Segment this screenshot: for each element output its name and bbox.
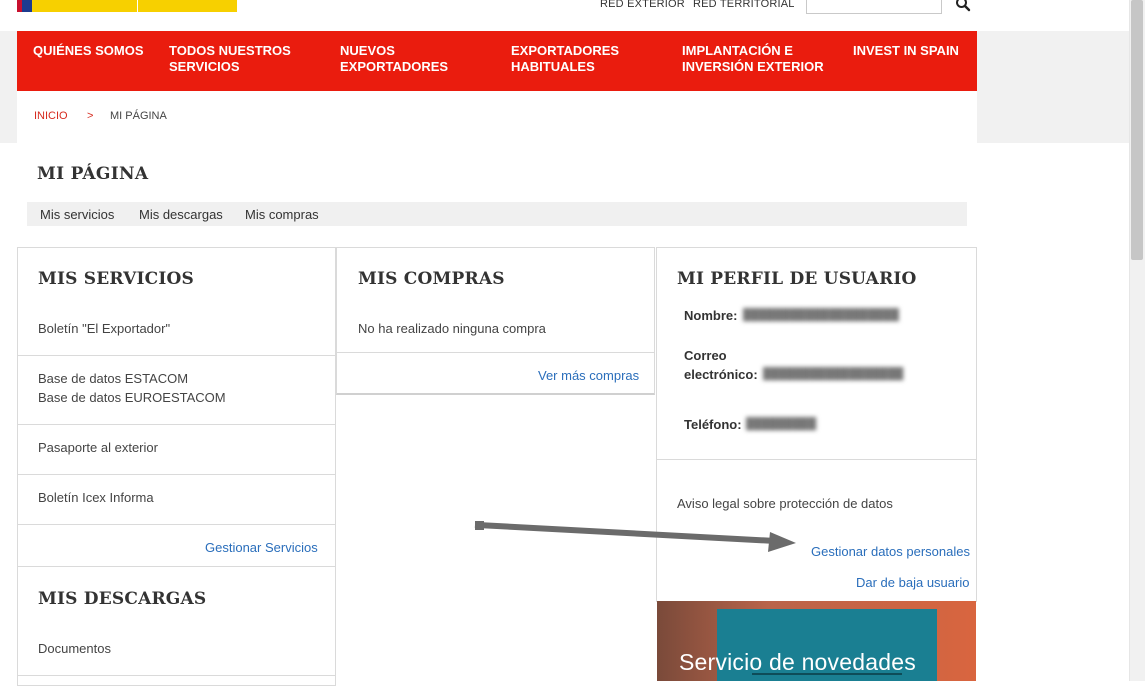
servicio-item-pasaporte[interactable]: Pasaporte al exterior [38, 438, 158, 457]
logo-divider [137, 0, 138, 12]
nav-item-label: SERVICIOS [169, 59, 240, 74]
main-navigation: QUIÉNES SOMOS TODOS NUESTROS SERVICIOS N… [17, 31, 977, 91]
aviso-legal-text[interactable]: Aviso legal sobre protección de datos [677, 494, 893, 513]
breadcrumb-separator: > [87, 110, 94, 122]
servicios-panel [17, 247, 336, 577]
nav-item-nuevos-exportadores[interactable]: NUEVOS EXPORTADORES [340, 43, 448, 75]
nav-item-label: IMPLANTACIÓN E [682, 43, 793, 58]
compras-title: MIS COMPRAS [358, 269, 505, 289]
servicio-item-boletin-exportador[interactable]: Boletín "El Exportador" [38, 319, 170, 338]
nav-item-label: HABITUALES [511, 59, 595, 74]
row-divider [18, 355, 335, 356]
perfil-correo-label-2: electrónico: [684, 367, 758, 382]
annotation-arrow-icon [474, 521, 796, 552]
perfil-title: MI PERFIL DE USUARIO [677, 269, 917, 289]
perfil-telefono-label: Teléfono: [684, 417, 742, 432]
subnav-mis-servicios[interactable]: Mis servicios [40, 207, 114, 222]
row-divider [18, 474, 335, 475]
dar-de-baja-link[interactable]: Dar de baja usuario [856, 575, 969, 590]
nav-item-todos-servicios[interactable]: TODOS NUESTROS SERVICIOS [169, 43, 291, 75]
breadcrumb-current: MI PÁGINA [110, 110, 167, 122]
perfil-correo-value-redacted: ██████████████████ [763, 368, 904, 380]
search-icon[interactable] [955, 0, 971, 12]
subnav-mis-descargas[interactable]: Mis descargas [139, 207, 223, 222]
subnav-mis-compras[interactable]: Mis compras [245, 207, 319, 222]
servicio-item-icex-informa[interactable]: Boletín Icex Informa [38, 488, 154, 507]
nav-item-quienes-somos[interactable]: QUIÉNES SOMOS [33, 43, 144, 59]
nav-item-label: NUEVOS [340, 43, 395, 58]
row-divider [18, 424, 335, 425]
site-logo[interactable] [17, 0, 237, 12]
descargas-panel [17, 566, 336, 686]
row-divider [18, 675, 335, 676]
top-link-red-exterior[interactable]: RED EXTERIOR [600, 0, 685, 10]
nav-item-implantacion[interactable]: IMPLANTACIÓN E INVERSIÓN EXTERIOR [682, 43, 824, 75]
nav-item-label: INVEST IN SPAIN [853, 43, 959, 58]
breadcrumb-home[interactable]: INICIO [34, 110, 68, 122]
breadcrumb: INICIO > MI PÁGINA [17, 91, 977, 143]
compras-empty-text: No ha realizado ninguna compra [358, 321, 546, 336]
perfil-nombre-label: Nombre: [684, 308, 738, 323]
page-title: MI PÁGINA [37, 164, 149, 184]
logo-emblem [22, 0, 32, 12]
servicios-title: MIS SERVICIOS [38, 269, 195, 289]
perfil-correo-label: Correo [684, 348, 727, 363]
nav-item-exportadores-habituales[interactable]: EXPORTADORES HABITUALES [511, 43, 619, 75]
row-divider [18, 524, 335, 525]
top-link-red-territorial[interactable]: RED TERRITORIAL [693, 0, 795, 10]
perfil-telefono-value-redacted: █████████ [746, 418, 817, 430]
page-subnav: Mis servicios Mis descargas Mis compras [27, 202, 967, 226]
gestionar-servicios-link[interactable]: Gestionar Servicios [205, 540, 318, 555]
page-background-right [977, 31, 1129, 143]
nav-item-label: TODOS NUESTROS [169, 43, 291, 58]
descarga-item-documentos[interactable]: Documentos [38, 639, 111, 658]
gestionar-datos-personales-link[interactable]: Gestionar datos personales [811, 544, 970, 559]
promo-banner[interactable]: Servicio de novedades [657, 601, 976, 681]
page-background-left [0, 31, 17, 143]
ver-mas-compras-link[interactable]: Ver más compras [538, 368, 639, 383]
row-divider [337, 352, 654, 353]
perfil-nombre-value-redacted: ████████████████████ [743, 309, 899, 321]
promo-banner-text: Servicio de novedades [679, 649, 916, 675]
row-divider [657, 459, 976, 460]
servicio-item-euroestacom[interactable]: Base de datos EUROESTACOM [38, 388, 226, 407]
descargas-title: MIS DESCARGAS [38, 589, 207, 609]
servicio-item-estacom[interactable]: Base de datos ESTACOM [38, 369, 188, 388]
scrollbar-thumb[interactable] [1131, 0, 1143, 260]
nav-item-label: INVERSIÓN EXTERIOR [682, 59, 824, 74]
nav-item-label: EXPORTADORES [511, 43, 620, 58]
nav-item-invest-in-spain[interactable]: INVEST IN SPAIN [853, 43, 959, 59]
search-input[interactable] [806, 0, 942, 14]
nav-item-label: QUIÉNES SOMOS [33, 43, 144, 58]
nav-item-label: EXPORTADORES [340, 59, 449, 74]
